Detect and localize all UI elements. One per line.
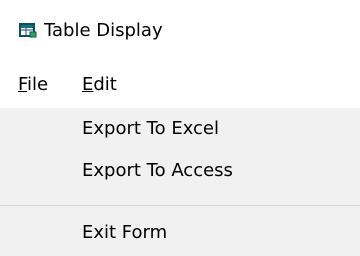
title-bar: Table Display xyxy=(0,0,360,62)
table-window-icon xyxy=(19,22,37,38)
menu-item-label: Export To Access xyxy=(82,160,233,181)
menu-edit-mnemonic: E xyxy=(82,74,94,95)
menu-item-label: Export To Excel xyxy=(82,118,219,139)
window-title: Table Display xyxy=(44,20,163,41)
menu-item-export-to-excel[interactable]: Export To Excel xyxy=(0,112,360,146)
menu-separator xyxy=(0,205,360,206)
menu-item-exit-form[interactable]: Exit Form xyxy=(0,216,360,250)
menu-edit[interactable]: Edit xyxy=(82,74,117,95)
menu-edit-label-rest: dit xyxy=(93,74,117,95)
menu-bar: File Edit xyxy=(0,62,360,108)
menu-item-export-to-access[interactable]: Export To Access xyxy=(0,154,360,188)
file-dropdown-menu: Export To Excel Export To Access Exit Fo… xyxy=(0,108,360,256)
menu-file-label-rest: ile xyxy=(27,74,49,95)
menu-file-mnemonic: F xyxy=(18,74,28,95)
menu-file[interactable]: File xyxy=(18,74,48,95)
menu-item-label: Exit Form xyxy=(82,222,168,243)
app-window: Table Display File Edit Export To Excel … xyxy=(0,0,360,256)
